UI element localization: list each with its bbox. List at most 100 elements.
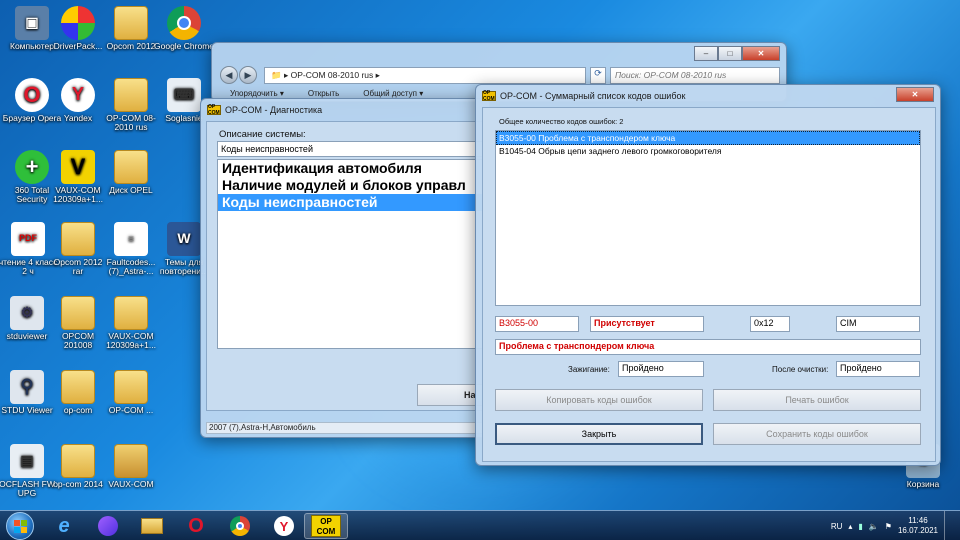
detail-status-field: Присутствует bbox=[590, 316, 704, 332]
desktop-icon-opcom2012rar[interactable]: Opcom 2012 rar bbox=[48, 222, 108, 277]
tray: RU ▴ ▮ 🔈 ⚑ 11:46 16.07.2021 bbox=[831, 511, 954, 540]
address-bar[interactable]: 📁 ▸ OP-COM 08-2010 rus ▸ bbox=[264, 67, 586, 84]
installer-icon: ⚙ bbox=[10, 296, 44, 330]
folder-icon bbox=[114, 444, 148, 478]
detail-code-field: B3055-00 bbox=[495, 316, 579, 332]
folder-icon bbox=[114, 6, 148, 40]
language-indicator[interactable]: RU bbox=[831, 522, 843, 531]
close-button[interactable]: ✕ bbox=[742, 46, 780, 61]
desktop-icon-opcom201008[interactable]: OPCOM 201008 bbox=[48, 296, 108, 351]
forward-button[interactable]: ▶ bbox=[239, 66, 257, 84]
minimize-button[interactable]: – bbox=[694, 46, 718, 61]
folder-icon bbox=[114, 370, 148, 404]
desktop-icon-vauxcom[interactable]: V VAUX-COM 120309a+1... bbox=[48, 150, 108, 205]
fault-codes-client: Общее количество кодов ошибок: 2 B3055-0… bbox=[482, 107, 936, 462]
taskbar-opcom[interactable]: OP COM bbox=[304, 513, 348, 539]
refresh-button[interactable]: ⟳ bbox=[590, 67, 606, 84]
folder-icon bbox=[141, 518, 163, 534]
alice-icon bbox=[98, 516, 118, 536]
clock[interactable]: 11:46 16.07.2021 bbox=[898, 516, 938, 536]
document-icon: ≡ bbox=[114, 222, 148, 256]
chrome-icon bbox=[167, 6, 201, 40]
internet-explorer-icon: e bbox=[58, 514, 70, 537]
maximize-button[interactable]: □ bbox=[718, 46, 742, 61]
status-bar: 2007 (7),Astra-H,Автомобиль bbox=[206, 422, 486, 434]
close-dialog-button[interactable]: Закрыть bbox=[495, 423, 703, 445]
diagnostics-titlebar[interactable]: OP COM OP-COM - Диагностика bbox=[201, 99, 489, 121]
desktop-icon-vauxcom3[interactable]: VAUX-COM bbox=[101, 444, 161, 489]
folder-icon bbox=[61, 444, 95, 478]
close-button[interactable]: ✕ bbox=[896, 87, 934, 102]
after-clear-label: После очистки: bbox=[772, 365, 829, 374]
search-input[interactable]: Поиск: OP-COM 08-2010 rus bbox=[610, 67, 780, 84]
fault-code-list: B3055-00 Проблема с транспондером ключа … bbox=[495, 130, 921, 306]
opcom-app-icon: OP COM bbox=[482, 90, 496, 102]
fault-code-item[interactable]: B3055-00 Проблема с транспондером ключа bbox=[496, 131, 920, 145]
explorer-window-controls: – □ ✕ bbox=[694, 46, 780, 61]
menu-item-vehicle-id[interactable]: Идентификация автомобиля bbox=[218, 160, 486, 177]
desktop-icon-driverpack[interactable]: DriverPack... bbox=[48, 6, 108, 51]
chrome-icon bbox=[230, 516, 250, 536]
desktop-icon-opcom2012[interactable]: Opcom 2012 bbox=[101, 6, 161, 51]
opcom-icon: OP COM bbox=[311, 515, 341, 537]
menu-list: Идентификация автомобиля Наличие модулей… bbox=[217, 159, 487, 349]
save-codes-button[interactable]: Сохранить коды ошибок bbox=[713, 423, 921, 445]
diagnostics-window[interactable]: OP COM OP-COM - Диагностика Описание сис… bbox=[200, 98, 490, 438]
back-button[interactable]: ◀ bbox=[220, 66, 238, 84]
desktop-icon-chrome[interactable]: Google Chrome bbox=[154, 6, 214, 51]
start-button[interactable] bbox=[6, 512, 34, 540]
diagnostics-client: Описание системы: Коды неисправностей Ид… bbox=[206, 121, 487, 411]
menu-item-modules[interactable]: Наличие модулей и блоков управл bbox=[218, 177, 486, 194]
volume-icon[interactable]: 🔈 bbox=[869, 522, 879, 531]
ocflash-icon: ▤ bbox=[10, 444, 44, 478]
driverpack-icon bbox=[61, 6, 95, 40]
clock-date: 16.07.2021 bbox=[897, 526, 938, 535]
taskbar-yandex[interactable]: Y bbox=[262, 513, 306, 539]
desktop-icon-opcom-short[interactable]: OP-COM ... bbox=[101, 370, 161, 415]
detail-description-field: Проблема с транспондером ключа bbox=[495, 339, 921, 355]
detail-module-field: CIM bbox=[836, 316, 920, 332]
folder-icon bbox=[114, 296, 148, 330]
pdf-icon: PDF bbox=[11, 222, 45, 256]
ignition-label: Зажигание: bbox=[568, 365, 610, 374]
fault-code-item[interactable]: B1045-04 Обрыв цепи заднего левого громк… bbox=[496, 145, 920, 157]
network-icon[interactable]: ▮ bbox=[858, 522, 862, 531]
taskbar-opera[interactable]: O bbox=[174, 513, 218, 539]
after-clear-field: Пройдено bbox=[836, 361, 920, 377]
copy-codes-button[interactable]: Копировать коды ошибок bbox=[495, 389, 703, 411]
menu-item-fault-codes[interactable]: Коды неисправностей bbox=[218, 194, 486, 211]
desktop-icon-faultcodes[interactable]: ≡ Faultcodes... (7)_Astra-... bbox=[101, 222, 161, 277]
desktop-icon-opcom-folder[interactable]: op-com bbox=[48, 370, 108, 415]
print-errors-button[interactable]: Печать ошибок bbox=[713, 389, 921, 411]
system-description-label: Описание системы: bbox=[219, 129, 306, 140]
window-title: OP-COM - Диагностика bbox=[225, 105, 323, 115]
yandex-icon: Y bbox=[274, 516, 294, 536]
taskbar-chrome[interactable] bbox=[218, 513, 262, 539]
desktop-icon-vauxcom2[interactable]: VAUX-COM 120309a+1... bbox=[101, 296, 161, 351]
vauxcom-icon: V bbox=[61, 150, 95, 184]
ignition-field: Пройдено bbox=[618, 361, 704, 377]
windows-logo-icon bbox=[13, 519, 27, 533]
360-security-icon: + bbox=[15, 150, 49, 184]
desktop-icon-disk-opel[interactable]: Диск OPEL bbox=[101, 150, 161, 195]
tray-expand-icon[interactable]: ▴ bbox=[848, 522, 852, 531]
fault-codes-window[interactable]: OP COM OP-COM - Суммарный список кодов о… bbox=[475, 84, 941, 466]
desktop-icon-opcom0810[interactable]: OP-COM 08-2010 rus bbox=[101, 78, 161, 133]
desktop-icon-yandex[interactable]: Y Yandex bbox=[48, 78, 108, 123]
folder-icon bbox=[61, 222, 95, 256]
taskbar-explorer[interactable] bbox=[130, 513, 174, 539]
window-title: OP-COM - Суммарный список кодов ошибок bbox=[500, 91, 686, 101]
folder-icon bbox=[114, 150, 148, 184]
detail-hex-field: 0x12 bbox=[750, 316, 790, 332]
taskbar-alice[interactable] bbox=[86, 513, 130, 539]
show-desktop-button[interactable] bbox=[944, 511, 954, 540]
flag-icon[interactable]: ⚑ bbox=[885, 522, 892, 531]
system-description-field: Коды неисправностей bbox=[217, 141, 487, 157]
taskbar-ie[interactable]: e bbox=[42, 513, 86, 539]
word-icon: W bbox=[167, 222, 201, 256]
taskbar: e O Y OP COM RU ▴ ▮ 🔈 ⚑ 11:46 16.07.2021 bbox=[0, 510, 960, 540]
desktop-icon-opcom2014[interactable]: op-com 2014 bbox=[48, 444, 108, 489]
clock-time: 11:46 bbox=[908, 516, 928, 525]
code-count-label: Общее количество кодов ошибок: 2 bbox=[499, 117, 624, 126]
fault-codes-titlebar[interactable]: OP COM OP-COM - Суммарный список кодов о… bbox=[476, 85, 940, 107]
